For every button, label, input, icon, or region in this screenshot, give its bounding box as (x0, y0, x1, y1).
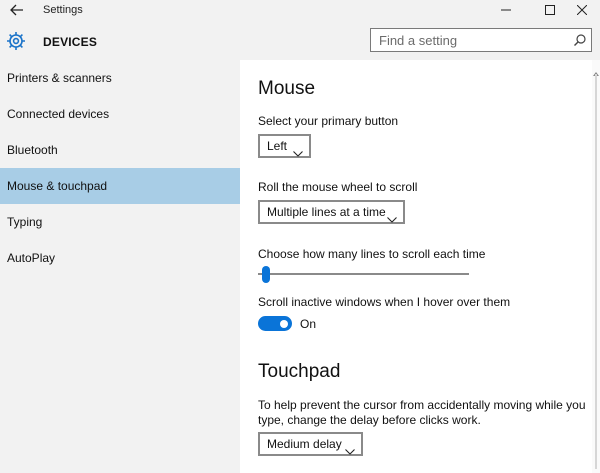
primary-button-value: Left (267, 139, 288, 153)
sidebar: Printers & scanners Connected devices Bl… (0, 60, 240, 473)
main-content: Mouse Select your primary button Left Ro… (240, 60, 600, 473)
touchpad-heading: Touchpad (258, 361, 341, 382)
sidebar-item-connected-devices[interactable]: Connected devices (0, 96, 240, 132)
scroll-up-icon[interactable] (593, 64, 599, 76)
gear-icon (6, 31, 26, 51)
minimize-icon[interactable] (488, 0, 524, 22)
window-title: Settings (43, 4, 83, 16)
mouse-heading: Mouse (258, 78, 316, 99)
back-arrow-icon[interactable] (8, 3, 26, 19)
chevron-down-icon (293, 143, 303, 157)
search-box[interactable] (370, 28, 592, 52)
sidebar-item-typing[interactable]: Typing (0, 204, 240, 240)
primary-button-label: Select your primary button (258, 114, 399, 128)
wheel-scroll-dropdown[interactable]: Multiple lines at a time (258, 200, 405, 224)
scroll-lines-slider-thumb[interactable] (262, 266, 271, 283)
inactive-scroll-label: Scroll inactive windows when I hover ove… (258, 295, 511, 309)
sidebar-item-autoplay[interactable]: AutoPlay (0, 240, 240, 276)
touchpad-delay-dropdown[interactable]: Medium delay (258, 432, 363, 456)
search-icon[interactable] (573, 33, 587, 47)
wheel-scroll-value: Multiple lines at a time (267, 205, 386, 219)
section-title: DEVICES (43, 35, 98, 49)
inactive-scroll-toggle[interactable] (258, 316, 292, 331)
touchpad-description-line2: type, change the delay before clicks wor… (258, 413, 481, 427)
scroll-lines-label: Choose how many lines to scroll each tim… (258, 247, 486, 261)
scrollbar-track[interactable] (595, 74, 597, 469)
sidebar-item-bluetooth[interactable]: Bluetooth (0, 132, 240, 168)
close-icon[interactable] (564, 0, 600, 22)
chevron-down-icon (345, 441, 355, 455)
touchpad-description-line1: To help prevent the cursor from accident… (258, 398, 586, 412)
title-bar: Settings (0, 0, 600, 22)
toggle-knob (280, 319, 288, 328)
primary-button-dropdown[interactable]: Left (258, 134, 311, 158)
sidebar-item-mouse-touchpad[interactable]: Mouse & touchpad (0, 168, 240, 204)
sidebar-item-printers-scanners[interactable]: Printers & scanners (0, 60, 240, 96)
search-input[interactable] (371, 29, 569, 51)
header: DEVICES (0, 22, 600, 60)
wheel-scroll-label: Roll the mouse wheel to scroll (258, 180, 418, 194)
content-scrollbar[interactable] (592, 60, 600, 473)
touchpad-delay-value: Medium delay (267, 437, 342, 451)
scroll-lines-slider-track[interactable] (258, 273, 469, 275)
maximize-icon[interactable] (532, 0, 568, 22)
inactive-scroll-toggle-state: On (300, 317, 317, 331)
chevron-down-icon (387, 209, 397, 223)
